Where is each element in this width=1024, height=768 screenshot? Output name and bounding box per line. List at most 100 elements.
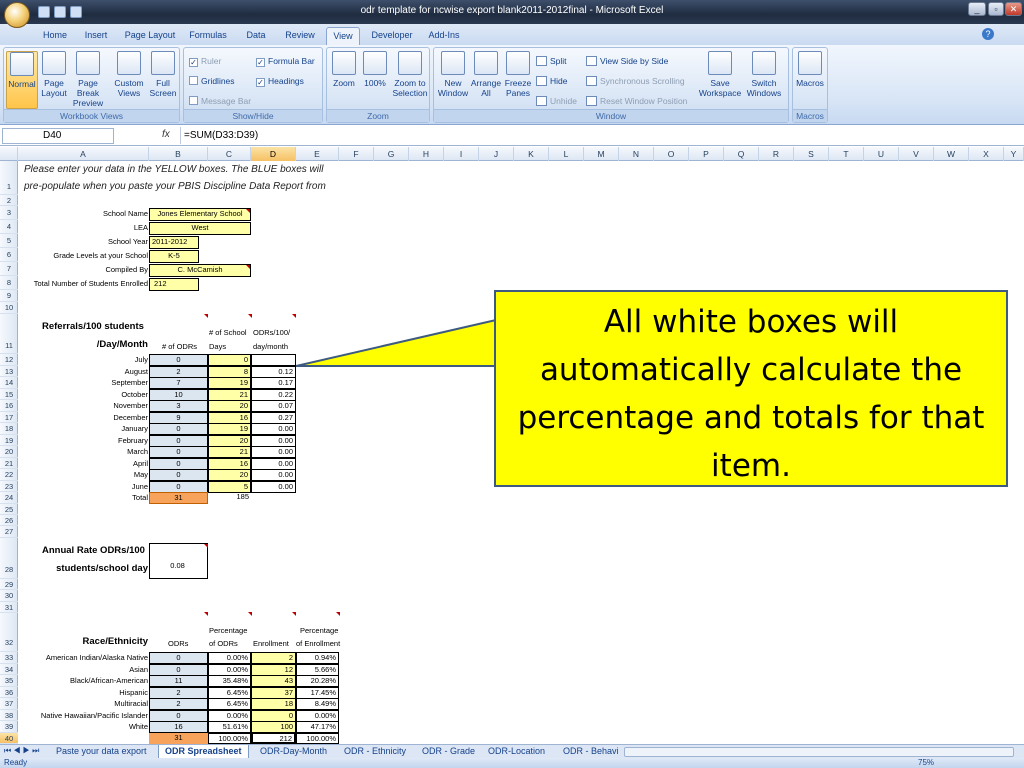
save-workspace-button[interactable]: Save Workspace (698, 51, 742, 98)
race-pct-cell[interactable]: 0.00% (208, 663, 251, 676)
column-header[interactable]: C (208, 147, 251, 161)
column-header[interactable]: V (899, 147, 934, 161)
month-days-cell[interactable]: 19 (208, 423, 251, 435)
tab-insert[interactable]: Insert (78, 27, 114, 45)
gridlines-checkbox[interactable]: Gridlines (189, 74, 235, 88)
month-odrs-cell[interactable]: 0 (149, 423, 208, 435)
headings-checkbox[interactable]: ✓ Headings (256, 74, 304, 88)
school-name-field[interactable]: Jones Elementary School (149, 208, 251, 221)
sheet-nav-arrows[interactable]: ⏮ ◀ ▶ ⏭ (4, 746, 39, 756)
column-header[interactable]: M (584, 147, 619, 161)
redo-icon[interactable] (70, 6, 82, 18)
month-rate-cell[interactable]: 0.07 (251, 400, 296, 412)
column-header[interactable]: L (549, 147, 584, 161)
comment-marker[interactable] (248, 314, 252, 318)
hide-button[interactable]: Hide (536, 74, 567, 88)
function-icon[interactable]: fx (162, 129, 170, 140)
month-odrs-cell[interactable]: 9 (149, 411, 208, 424)
tab-formulas[interactable]: Formulas (186, 27, 230, 45)
row-header[interactable]: 5 (0, 234, 18, 248)
month-odrs-cell[interactable]: 0 (149, 480, 208, 493)
race-pct-cell[interactable]: 6.45% (208, 686, 251, 699)
page-break-preview-button[interactable]: Page Break Preview (68, 51, 108, 108)
row-header[interactable]: 29 (0, 579, 18, 590)
comment-marker[interactable] (248, 612, 252, 616)
total-odrs-cell[interactable]: 31 (149, 492, 208, 504)
row-header[interactable]: 16 (0, 400, 18, 412)
row-header[interactable]: 17 (0, 412, 18, 423)
row-header[interactable]: 12 (0, 354, 18, 366)
race-pcte-cell[interactable]: 17.45% (296, 686, 339, 699)
row-header[interactable]: 9 (0, 290, 18, 302)
row-header[interactable]: 23 (0, 481, 18, 492)
page-layout-button[interactable]: Page Layout (39, 51, 69, 98)
race-pcte-cell[interactable]: 0.94% (296, 652, 339, 664)
column-header[interactable]: D (251, 147, 296, 161)
race-pct-cell[interactable]: 6.45% (208, 698, 251, 710)
row-header[interactable]: 36 (0, 687, 18, 698)
month-odrs-cell[interactable]: 0 (149, 354, 208, 366)
month-days-cell[interactable]: 20 (208, 434, 251, 447)
tab-view[interactable]: View (326, 27, 360, 45)
month-odrs-cell[interactable]: 2 (149, 365, 208, 378)
race-odrs-cell[interactable]: 0 (149, 652, 208, 664)
month-days-cell[interactable]: 19 (208, 377, 251, 389)
row-header[interactable]: 15 (0, 389, 18, 400)
row-header[interactable]: 11 (0, 314, 18, 354)
sheet-tab[interactable]: ODR - Ethnicity (338, 745, 412, 759)
race-enrollment-cell[interactable]: 0 (251, 709, 296, 722)
month-rate-cell[interactable]: 0.00 (251, 423, 296, 435)
comment-marker[interactable] (204, 544, 208, 548)
reset-window-position-button[interactable]: Reset Window Position (586, 94, 687, 108)
arrange-all-button[interactable]: Arrange All (470, 51, 502, 98)
zoom-100-button[interactable]: 100% (360, 51, 390, 88)
comment-marker[interactable] (292, 612, 296, 616)
row-header[interactable]: 2 (0, 195, 18, 206)
comment-marker[interactable] (246, 209, 250, 213)
race-enrollment-cell[interactable]: 12 (251, 663, 296, 676)
month-days-cell[interactable]: 20 (208, 469, 251, 481)
row-header[interactable]: 20 (0, 446, 18, 458)
new-window-button[interactable]: New Window (436, 51, 470, 98)
sheet-tab[interactable]: ODR - Behavi (557, 745, 625, 759)
race-total-pcte-cell[interactable]: 100.00% (296, 733, 339, 744)
sheet-tab-active[interactable]: ODR Spreadsheet (158, 745, 249, 759)
full-screen-button[interactable]: Full Screen (147, 51, 179, 98)
lea-field[interactable]: West (149, 222, 251, 235)
sheet-tab[interactable]: ODR-Location (482, 745, 551, 759)
row-header[interactable]: 8 (0, 276, 18, 290)
column-header[interactable]: E (296, 147, 339, 161)
column-header[interactable]: U (864, 147, 899, 161)
undo-icon[interactable] (54, 6, 66, 18)
tab-review[interactable]: Review (280, 27, 320, 45)
sheet-tab[interactable]: ODR - Grade (416, 745, 481, 759)
row-header[interactable]: 4 (0, 220, 18, 234)
macros-button[interactable]: Macros (795, 51, 825, 88)
comment-marker[interactable] (204, 314, 208, 318)
race-pct-cell[interactable]: 35.48% (208, 675, 251, 687)
month-odrs-cell[interactable]: 3 (149, 400, 208, 412)
column-header[interactable]: H (409, 147, 444, 161)
unhide-button[interactable]: Unhide (536, 94, 577, 108)
row-header[interactable]: 39 (0, 721, 18, 733)
column-header[interactable]: K (514, 147, 549, 161)
month-rate-cell[interactable]: 0.27 (251, 411, 296, 424)
month-rate-cell[interactable]: 0.00 (251, 457, 296, 470)
sheet-tab[interactable]: ODR-Day-Month (254, 745, 333, 759)
race-odrs-cell[interactable]: 0 (149, 709, 208, 722)
month-rate-cell[interactable]: 0.00 (251, 446, 296, 458)
row-header[interactable]: 32 (0, 613, 18, 652)
race-enrollment-cell[interactable]: 37 (251, 686, 296, 699)
column-header[interactable]: N (619, 147, 654, 161)
month-odrs-cell[interactable]: 7 (149, 377, 208, 389)
race-enrollment-cell[interactable]: 2 (251, 652, 296, 664)
formula-input[interactable]: =SUM(D33:D39) (180, 127, 1020, 144)
month-days-cell[interactable]: 21 (208, 446, 251, 458)
annual-rate-cell[interactable]: 0.08 (149, 543, 208, 579)
race-odrs-cell[interactable]: 2 (149, 686, 208, 699)
freeze-panes-button[interactable]: Freeze Panes (502, 51, 534, 98)
name-box[interactable]: D40 (2, 128, 114, 144)
race-pcte-cell[interactable]: 5.66% (296, 663, 339, 676)
select-all-corner[interactable] (0, 147, 18, 161)
month-rate-cell[interactable] (251, 354, 296, 366)
